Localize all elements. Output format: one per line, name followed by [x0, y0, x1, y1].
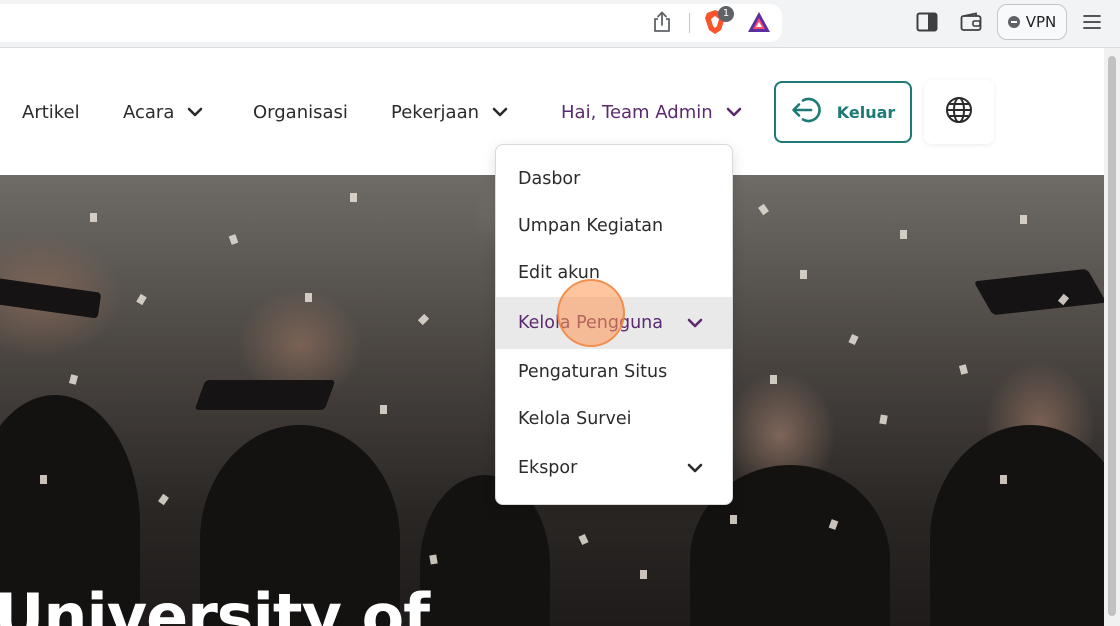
nav-item-user-menu[interactable]: Hai, Team Admin [561, 99, 743, 125]
nav-item-label: Organisasi [253, 101, 348, 123]
dropdown-item-kelola-pengguna[interactable]: Kelola Pengguna [496, 297, 732, 349]
confetti [640, 570, 647, 579]
hero-title: University of [0, 580, 430, 626]
nav-item-pekerjaan[interactable]: Pekerjaan [391, 99, 509, 125]
nav-item-artikel[interactable]: Artikel [22, 99, 80, 125]
confetti [578, 533, 589, 546]
nav-item-label: Artikel [22, 101, 80, 123]
confetti [770, 375, 777, 384]
graduation-cap [194, 380, 336, 410]
language-button[interactable] [924, 80, 994, 144]
confetti [350, 193, 357, 202]
dropdown-item-label: Dasbor [518, 169, 581, 189]
sidebar-toggle-icon[interactable] [915, 10, 939, 34]
brave-shields-icon[interactable]: 1 [702, 6, 734, 36]
dropdown-item-kelola-survei[interactable]: Kelola Survei [496, 399, 732, 439]
share-icon[interactable] [650, 10, 674, 34]
confetti [40, 475, 47, 484]
chevron-down-icon [186, 103, 204, 121]
dropdown-item-label: Umpan Kegiatan [518, 216, 664, 236]
hamburger-menu-icon[interactable] [1080, 10, 1104, 34]
dropdown-item-edit-akun[interactable]: Edit akun [496, 253, 732, 293]
chevron-down-icon [491, 103, 509, 121]
confetti [1000, 475, 1007, 484]
dropdown-item-ekspor[interactable]: Ekspor [496, 448, 732, 488]
logout-icon [791, 96, 823, 128]
browser-toolbar: 1 VPN [0, 0, 1120, 48]
confetti [1020, 215, 1027, 224]
dropdown-item-label: Kelola Survei [518, 409, 632, 429]
confetti [758, 203, 769, 216]
confetti [900, 230, 907, 239]
dropdown-item-label: Edit akun [518, 263, 600, 283]
confetti [68, 374, 79, 385]
nav-item-label: Pekerjaan [391, 101, 480, 123]
dropdown-item-label: Kelola Pengguna [518, 313, 663, 333]
page-scrollbar[interactable] [1104, 48, 1120, 626]
dropdown-item-pengaturan-situs[interactable]: Pengaturan Situs [496, 352, 732, 392]
graduation-cap [973, 268, 1104, 316]
nav-item-organisasi[interactable]: Organisasi [253, 99, 348, 125]
globe-icon [945, 96, 973, 128]
confetti [305, 293, 312, 302]
logout-label: Keluar [836, 102, 896, 122]
hero-figure [930, 425, 1104, 626]
confetti [848, 333, 859, 346]
brave-rewards-icon[interactable] [746, 9, 772, 35]
confetti [90, 213, 97, 222]
nav-item-label: Hai, Team Admin [561, 101, 713, 123]
vpn-status-icon [1007, 16, 1020, 28]
user-dropdown-menu: Dasbor Umpan Kegiatan Edit akun Kelola P… [495, 144, 733, 505]
confetti [800, 270, 807, 279]
confetti [228, 234, 239, 245]
scrollbar-thumb[interactable] [1108, 56, 1116, 616]
brave-shields-badge: 1 [718, 6, 734, 22]
dropdown-item-label: Pengaturan Situs [518, 362, 668, 382]
confetti [136, 293, 147, 306]
confetti [879, 414, 888, 425]
chevron-down-icon [725, 103, 743, 121]
confetti [429, 554, 438, 565]
vpn-button[interactable]: VPN [997, 4, 1067, 40]
chevron-down-icon [686, 459, 704, 477]
wallet-icon[interactable] [959, 10, 983, 34]
confetti [958, 364, 969, 375]
dropdown-item-umpan-kegiatan[interactable]: Umpan Kegiatan [496, 206, 732, 246]
dropdown-item-dasbor[interactable]: Dasbor [496, 159, 732, 199]
nav-item-label: Acara [123, 101, 175, 123]
confetti [730, 515, 737, 524]
confetti [380, 405, 387, 414]
graduation-cap [0, 277, 102, 319]
vpn-label: VPN [1025, 13, 1057, 31]
confetti [417, 313, 430, 326]
confetti [158, 493, 169, 506]
dropdown-item-label: Ekspor [518, 458, 578, 478]
chevron-down-icon [686, 314, 704, 332]
toolbar-separator [689, 13, 690, 33]
logout-button[interactable]: Keluar [774, 81, 912, 143]
nav-item-acara[interactable]: Acara [123, 99, 204, 125]
